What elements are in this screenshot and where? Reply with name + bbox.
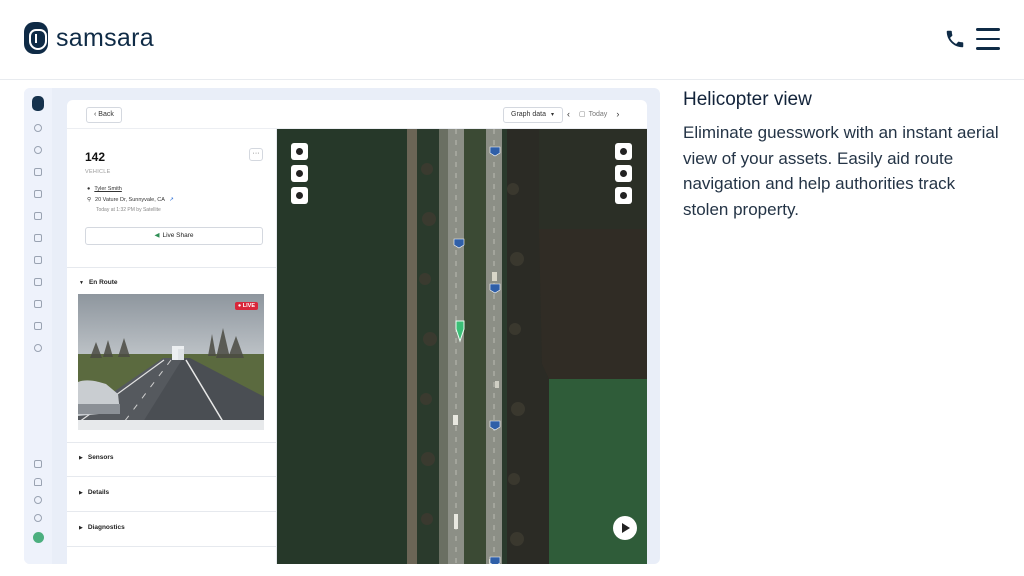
chat-icon[interactable] — [34, 460, 42, 468]
next-day-icon[interactable]: › — [616, 109, 619, 119]
user-icon[interactable] — [34, 146, 42, 154]
location-icon: ⚲ — [87, 197, 92, 203]
brand-name: samsara — [56, 23, 154, 52]
layers-icon[interactable] — [615, 187, 632, 204]
vehicle-number: 142 — [85, 150, 106, 164]
calendar-icon[interactable]: ▢ — [579, 110, 586, 118]
chart-icon[interactable] — [34, 300, 42, 308]
feature-description: Eliminate guesswork with an instant aeri… — [683, 123, 999, 219]
section-details[interactable]: ▶ Details — [79, 489, 109, 496]
chevron-right-icon: ▶ — [79, 455, 83, 461]
chevron-right-icon: ▶ — [79, 490, 83, 496]
app-toolbar: ‹ Back Graph data ▾ ‹ ▢ Today › — [67, 100, 647, 129]
live-share-button[interactable]: ◀ Live Share — [85, 227, 263, 245]
divider — [67, 476, 277, 477]
divider — [67, 546, 277, 547]
chevron-down-icon: ▾ — [550, 112, 554, 118]
divider — [67, 511, 277, 512]
vehicle-address: ⚲ 20 Vature Dr, Sunnyvale, CA ↗ — [87, 197, 174, 203]
wrench-icon[interactable] — [34, 212, 42, 220]
info-button[interactable] — [291, 165, 308, 182]
more-options-button[interactable]: ··· — [249, 148, 263, 161]
site-header: samsara — [0, 0, 1024, 80]
document-icon[interactable] — [34, 190, 42, 198]
satellite-imagery — [277, 129, 647, 564]
info-icon[interactable] — [615, 143, 632, 160]
chevron-right-icon: ▶ — [79, 525, 83, 531]
divider — [67, 267, 277, 268]
satellite-map[interactable] — [277, 129, 647, 564]
clipboard-icon[interactable] — [34, 322, 42, 330]
avatar[interactable] — [33, 532, 44, 543]
phone-icon[interactable] — [944, 28, 966, 50]
logo-mark-icon — [24, 22, 48, 54]
vehicle-type: VEHICLE — [85, 169, 111, 175]
date-nav: ‹ ▢ Today › — [567, 109, 619, 119]
dashcam-image — [78, 294, 264, 430]
dashcam-feed[interactable]: ● LIVE — [78, 294, 264, 430]
apps-icon[interactable] — [34, 344, 42, 352]
shield-icon[interactable] — [34, 168, 42, 176]
share-icon: ◀ — [154, 232, 160, 239]
external-link-icon[interactable]: ↗ — [169, 197, 174, 203]
vehicle-panel: 142 VEHICLE ··· ● Tyler Smith ⚲ 20 Vature … — [67, 129, 277, 564]
chevron-down-icon: ▼ — [79, 280, 84, 286]
driver-link[interactable]: ● Tyler Smith — [87, 186, 122, 192]
search-icon[interactable] — [34, 124, 42, 132]
app-window: ‹ Back Graph data ▾ ‹ ▢ Today › 142 VEHI… — [67, 100, 647, 564]
live-badge: ● LIVE — [234, 302, 258, 310]
settings-icon[interactable] — [34, 514, 42, 522]
rail-logo-icon[interactable] — [32, 96, 44, 111]
fuel-icon[interactable] — [34, 256, 42, 264]
list-icon[interactable] — [34, 278, 42, 286]
product-screenshot: ‹ Back Graph data ▾ ‹ ▢ Today › 142 VEHI… — [24, 88, 660, 564]
play-icon[interactable] — [613, 516, 637, 540]
route-icon[interactable] — [34, 234, 42, 242]
samsara-logo[interactable]: samsara — [24, 22, 154, 54]
section-en-route[interactable]: ▼ En Route — [79, 279, 117, 286]
date-label[interactable]: Today — [589, 111, 608, 118]
feature-title: Helicopter view — [683, 89, 812, 110]
recenter-button[interactable] — [291, 143, 308, 160]
fullscreen-icon[interactable] — [615, 165, 632, 182]
section-diagnostics[interactable]: ▶ Diagnostics — [79, 524, 125, 531]
play-button[interactable] — [291, 187, 308, 204]
nav-rail — [24, 88, 52, 564]
menu-icon[interactable] — [976, 28, 1002, 50]
last-updated: Today at 1:32 PM by Satellite — [96, 207, 161, 213]
divider — [67, 442, 277, 443]
bell-icon[interactable] — [34, 478, 42, 486]
back-button[interactable]: ‹ Back — [86, 107, 122, 123]
help-icon[interactable] — [34, 496, 42, 504]
user-icon: ● — [87, 186, 91, 192]
graph-data-dropdown[interactable]: Graph data ▾ — [503, 107, 563, 123]
section-sensors[interactable]: ▶ Sensors — [79, 454, 114, 461]
prev-day-icon[interactable]: ‹ — [567, 109, 570, 119]
